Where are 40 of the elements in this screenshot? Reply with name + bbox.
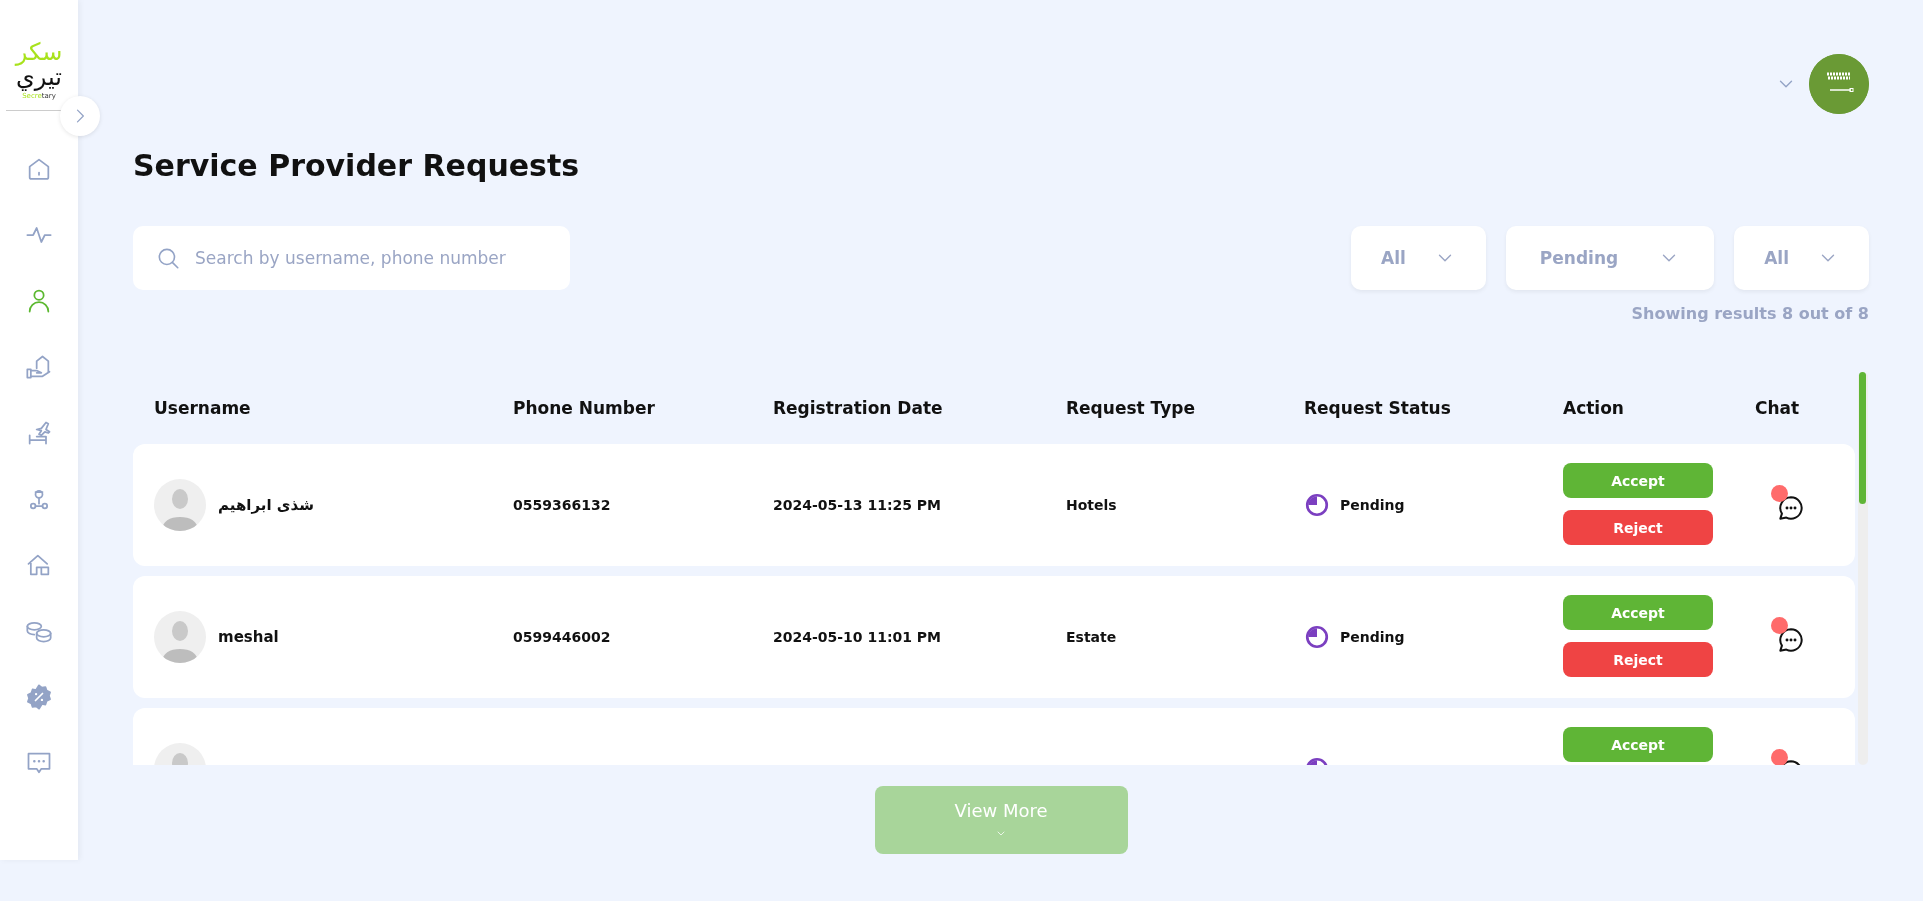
table-cell: meshal	[218, 628, 279, 646]
pending-status-icon	[1304, 624, 1330, 650]
column-header: Request Status	[1304, 398, 1452, 418]
column-header: Registration Date	[773, 398, 944, 418]
filter-dropdown[interactable]: All	[1351, 226, 1486, 290]
table-cell: Pending	[1340, 497, 1405, 513]
reject-button[interactable]: Reject	[1563, 642, 1713, 677]
avatar-placeholder-icon	[154, 611, 206, 663]
page-title: Service Provider Requests	[133, 148, 581, 183]
logo-text: سكر	[15, 40, 63, 64]
discount-badge-icon	[25, 683, 53, 711]
column-header: Request Type	[1066, 398, 1196, 418]
accept-button[interactable]: Accept	[1563, 463, 1713, 498]
table-cell-text: 0599446002	[513, 629, 612, 645]
column-header: Username	[154, 398, 252, 418]
column-header: Phone Number	[513, 398, 656, 418]
flag-avatar-icon[interactable]	[1809, 54, 1869, 114]
sidebar-toggle-button[interactable]	[60, 96, 100, 136]
hand-house-icon	[25, 353, 53, 381]
table-cell-text: Hotels	[1066, 497, 1118, 513]
table-cell: Pending	[1340, 629, 1405, 645]
view-more-button[interactable]: View More	[874, 786, 1128, 854]
avatar-placeholder-icon	[154, 479, 206, 531]
filter-dropdown[interactable]: Pending	[1505, 226, 1715, 290]
table-cell-text: 2024-05-13 11:25 PM	[773, 497, 943, 513]
accept-button[interactable]: Accept	[1563, 727, 1713, 762]
table-cell-text: Estate	[1066, 629, 1118, 645]
column-header: Action	[1563, 398, 1625, 418]
results-count: Showing results 8 out of 8	[1631, 304, 1869, 323]
table-cell: شذى ابراهيم	[218, 496, 314, 514]
reject-button[interactable]: Reject	[1563, 510, 1713, 545]
scrollbar[interactable]	[1858, 372, 1868, 765]
pending-status-icon	[1304, 492, 1330, 518]
scrollbar-thumb[interactable]	[1859, 372, 1866, 504]
search-field[interactable]: Search by username, phone number	[133, 226, 570, 290]
filter-dropdown[interactable]: All	[1734, 226, 1869, 290]
accept-button[interactable]: Accept	[1563, 595, 1713, 630]
table-cell-text: 2024-05-10 11:01 PM	[773, 629, 943, 645]
column-header: Chat	[1755, 398, 1801, 418]
table-cell-text: 0559366132	[513, 497, 612, 513]
